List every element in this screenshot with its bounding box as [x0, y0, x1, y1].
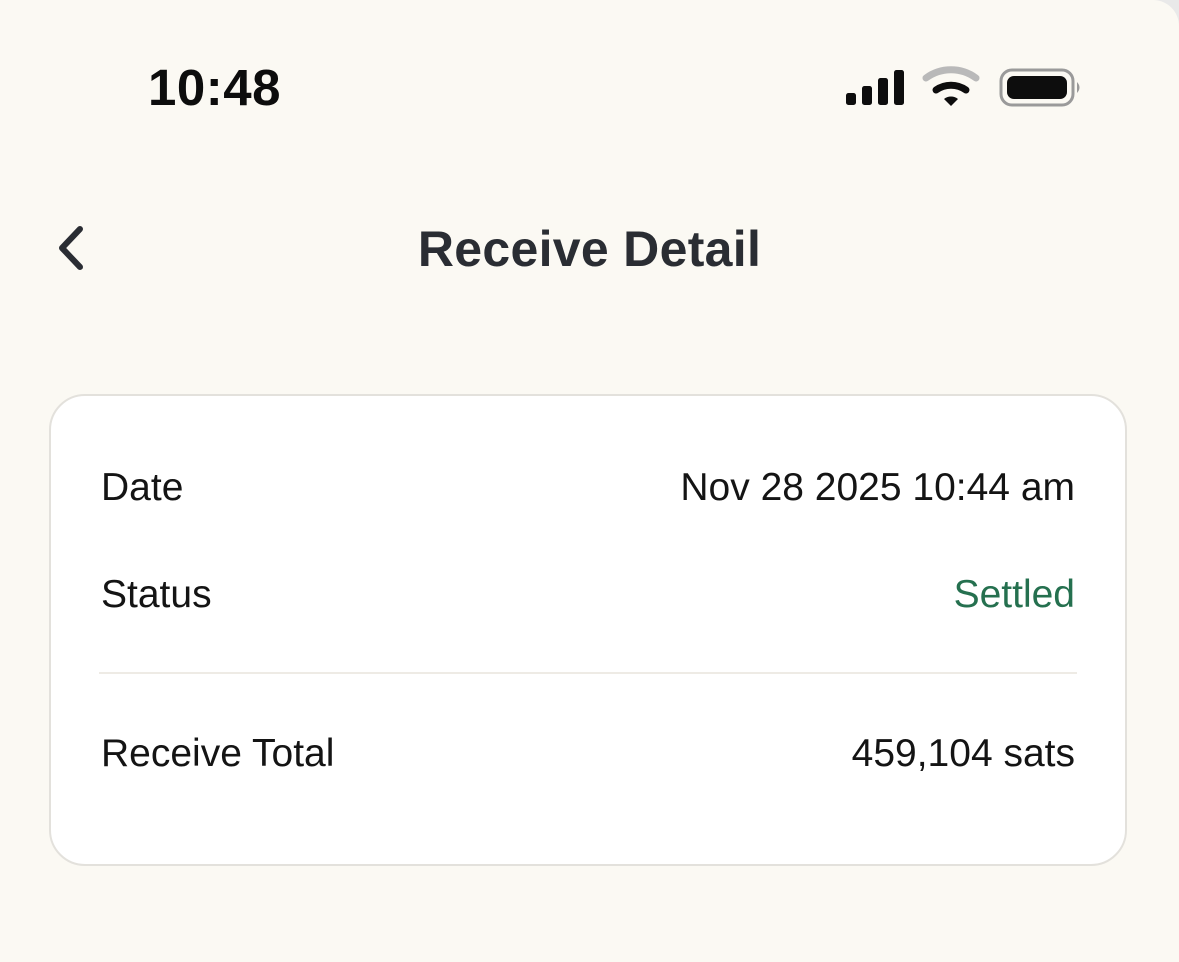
divider [99, 672, 1077, 674]
page-title: Receive Detail [417, 221, 762, 277]
cellular-signal-icon [846, 70, 904, 105]
status-bar-time: 10:48 [148, 59, 281, 116]
battery-icon [999, 68, 1080, 107]
status-row: Status Settled [101, 567, 1075, 623]
status-bar-icons [844, 66, 1084, 110]
receive-detail-card: Date Nov 28 2025 10:44 am Status Settled… [49, 394, 1127, 866]
receive-total-value: 459,104 sats [851, 732, 1075, 775]
date-value: Nov 28 2025 10:44 am [680, 466, 1075, 509]
status-label: Status [101, 573, 212, 616]
status-value: Settled [953, 573, 1075, 616]
date-row: Date Nov 28 2025 10:44 am [101, 460, 1075, 516]
receive-total-row: Receive Total 459,104 sats [101, 726, 1075, 782]
receive-detail-screen: 10:48 Receive Detail Date Nov 28 2025 10… [0, 0, 1179, 962]
date-label: Date [101, 466, 184, 509]
wifi-icon [922, 66, 980, 106]
receive-total-label: Receive Total [101, 732, 335, 775]
